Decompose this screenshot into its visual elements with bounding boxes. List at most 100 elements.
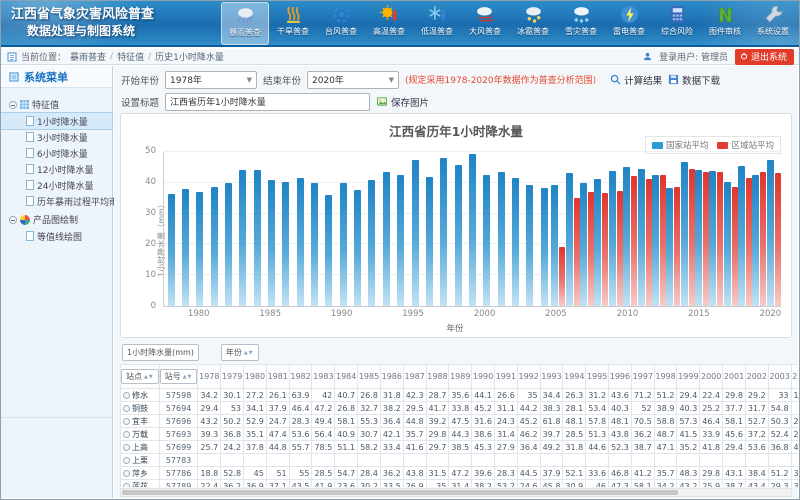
station-name-cell[interactable]: 修水 [121, 389, 160, 402]
station-name-cell[interactable]: 莲花 [121, 480, 160, 488]
download-data-button[interactable]: 数据下载 [668, 73, 720, 87]
row-expand-icon[interactable] [123, 392, 130, 399]
table-row-57789[interactable]: 莲花5778922.436.236.937.143.541.923.630.23… [121, 480, 799, 488]
year-column-header-2000[interactable]: 2000 [700, 365, 723, 389]
logout-button[interactable]: 退出系统 [735, 49, 794, 65]
sidebar-item-isoline-map[interactable]: 等值线绘图 [1, 228, 112, 244]
save-image-button[interactable]: 保存图片 [376, 95, 429, 109]
year-column-header-2002[interactable]: 2002 [745, 365, 768, 389]
breadcrumb-segment[interactable]: 历史1小时降水量 [155, 50, 224, 63]
breadcrumb-segment[interactable]: 暴雨普查 [70, 50, 106, 63]
chart-title-input[interactable] [165, 93, 370, 111]
horizontal-scrollbar[interactable] [120, 488, 792, 497]
year-column-header-1997[interactable]: 1997 [631, 365, 654, 389]
year-column-header-1989[interactable]: 1989 [449, 365, 472, 389]
year-sort-control[interactable]: 年份 ▲▼ [221, 344, 259, 361]
sidebar-item-6h-precip[interactable]: 6小时降水量 [1, 145, 112, 161]
start-year-select[interactable]: 1978年 ▼ [165, 71, 257, 89]
year-column-header-1998[interactable]: 1998 [654, 365, 677, 389]
tree-group-product-maps[interactable]: 产品图绘制 [1, 211, 112, 228]
row-expand-icon[interactable] [123, 444, 130, 451]
year-column-header-1979[interactable]: 1979 [221, 365, 244, 389]
legend-label: 区域站平均 [731, 141, 774, 151]
measure-selector[interactable]: 1小时降水量(mm) [122, 344, 199, 361]
row-expand-icon[interactable] [123, 405, 130, 412]
year-column-header-1999[interactable]: 1999 [677, 365, 700, 389]
year-column-header-1987[interactable]: 1987 [403, 365, 426, 389]
toolbar-item-low-temp[interactable]: 低温普查 [413, 2, 461, 45]
year-column-header-2001[interactable]: 2001 [723, 365, 746, 389]
year-column-header-2004[interactable]: 2004 [791, 365, 798, 389]
row-expand-icon[interactable] [123, 483, 130, 488]
year-column-header-1978[interactable]: 1978 [198, 365, 221, 389]
table-row-57783[interactable]: 上栗57783 [121, 454, 799, 467]
toolbar-item-high-temp[interactable]: 高温普查 [365, 2, 413, 45]
year-column-header-1982[interactable]: 1982 [289, 365, 312, 389]
year-column-header-1996[interactable]: 1996 [609, 365, 632, 389]
row-expand-icon[interactable] [123, 431, 130, 438]
y-tick-label: 10 [145, 270, 156, 280]
calculate-button[interactable]: 计算结果 [610, 73, 662, 87]
toolbar-item-rainstorm[interactable]: 暴雨普查 [221, 2, 269, 45]
year-column-header-1985[interactable]: 1985 [358, 365, 381, 389]
toolbar-item-typhoon[interactable]: 台风普查 [317, 2, 365, 45]
row-expand-icon[interactable] [123, 470, 130, 477]
sidebar-item-storm-process-avg[interactable]: 历年暴雨过程平均雨量 [1, 193, 112, 209]
year-range-controls: 开始年份 1978年 ▼ 结束年份 2020年 ▼ (规定采用1978-2020… [121, 70, 792, 89]
station-name-cell[interactable]: 上高 [121, 441, 160, 454]
sidebar-item-24h-precip[interactable]: 24小时降水量 [1, 177, 112, 193]
breadcrumb-segment[interactable]: 特征值 [117, 50, 144, 63]
row-expand-icon[interactable] [123, 457, 130, 464]
toolbar-item-wind[interactable]: 大风普查 [461, 2, 509, 45]
year-column-header-1994[interactable]: 1994 [563, 365, 586, 389]
year-column-header-1981[interactable]: 1981 [266, 365, 289, 389]
bar-group-1998 [451, 152, 465, 306]
row-expand-icon[interactable] [123, 418, 130, 425]
collapse-icon[interactable] [9, 216, 17, 224]
scrollbar-thumb[interactable] [122, 490, 678, 495]
toolbar-item-snow[interactable]: 雪灾普查 [557, 2, 605, 45]
station-name-cell[interactable]: 万载 [121, 428, 160, 441]
table-row-57696[interactable]: 宜丰5769643.250.252.924.728.349.458.155.33… [121, 415, 799, 428]
collapse-icon[interactable] [9, 101, 17, 109]
sidebar-item-1h-precip[interactable]: 1小时降水量 [1, 113, 112, 129]
toolbar-item-lightning[interactable]: 雷电普查 [605, 2, 653, 45]
year-column-header-1980[interactable]: 1980 [244, 365, 267, 389]
year-column-header-1986[interactable]: 1986 [380, 365, 403, 389]
toolbar-item-map-review[interactable]: 图件审核 [701, 2, 749, 45]
year-column-header-1992[interactable]: 1992 [517, 365, 540, 389]
toolbar-item-composite-risk[interactable]: 综合风险 [653, 2, 701, 45]
year-column-header-1991[interactable]: 1991 [494, 365, 517, 389]
sidebar-item-3h-precip[interactable]: 3小时降水量 [1, 129, 112, 145]
table-row-57693[interactable]: 万载5769339.336.835.147.453.656.440.930.74… [121, 428, 799, 441]
year-column-header-1990[interactable]: 1990 [472, 365, 495, 389]
year-column-header-1983[interactable]: 1983 [312, 365, 335, 389]
station-id-column-header[interactable]: 站号▲▼ [159, 365, 198, 389]
legend-item-national[interactable]: 国家站平均 [652, 139, 709, 151]
end-year-select[interactable]: 2020年 ▼ [307, 71, 399, 89]
table-row-57699[interactable]: 上高5769925.724.237.844.855.778.551.158.23… [121, 441, 799, 454]
year-column-header-1993[interactable]: 1993 [540, 365, 563, 389]
table-row-57786[interactable]: 萍乡5778618.852.845515528.554.728.436.243.… [121, 467, 799, 480]
year-column-header-1984[interactable]: 1984 [335, 365, 358, 389]
bar-national-2015 [695, 170, 702, 306]
year-column-header-2003[interactable]: 2003 [768, 365, 791, 389]
year-column-header-1995[interactable]: 1995 [586, 365, 609, 389]
tree-group-feature-values[interactable]: 特征值 [1, 96, 112, 113]
station-name-cell[interactable]: 上栗 [121, 454, 160, 467]
station-name-cell[interactable]: 宜丰 [121, 415, 160, 428]
station-name-cell[interactable]: 铜鼓 [121, 402, 160, 415]
sidebar-item-12h-precip[interactable]: 12小时降水量 [1, 161, 112, 177]
legend-item-regional[interactable]: 区域站平均 [717, 139, 774, 151]
station-column-header[interactable]: 站点▲▼ [121, 365, 160, 389]
year-column-header-1988[interactable]: 1988 [426, 365, 449, 389]
value-cell: 31.2 [586, 389, 609, 402]
table-row-57694[interactable]: 铜鼓5769429.45334.137.946.447.226.832.738.… [121, 402, 799, 415]
bar-group-2015 [695, 152, 709, 306]
bar-national-1989 [325, 195, 332, 306]
table-row-57598[interactable]: 修水5759834.230.127.226.163.94240.726.831.… [121, 389, 799, 402]
toolbar-item-drought[interactable]: 干旱普查 [269, 2, 317, 45]
toolbar-item-hail[interactable]: 冰雹普查 [509, 2, 557, 45]
toolbar-item-settings[interactable]: 系统设置 [749, 2, 797, 45]
station-name-cell[interactable]: 萍乡 [121, 467, 160, 480]
